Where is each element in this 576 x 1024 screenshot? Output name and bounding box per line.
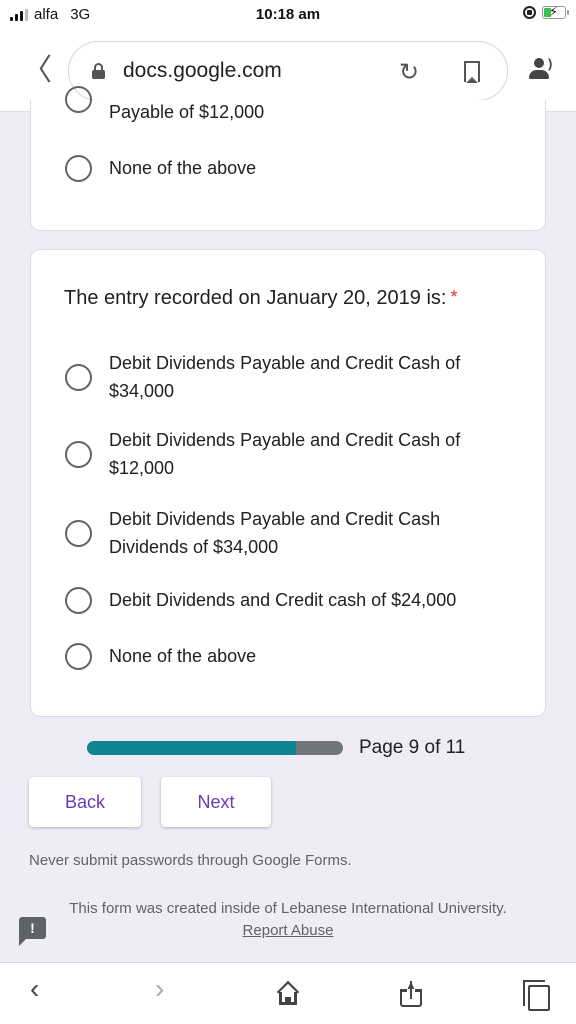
url-field[interactable]: docs.google.com ↻ xyxy=(68,41,508,101)
option-1[interactable]: Debit Dividends Payable and Credit Cash … xyxy=(65,349,509,405)
option-label: Debit Dividends and Credit cash of $24,0… xyxy=(109,590,457,610)
lock-icon xyxy=(92,63,105,79)
status-right: ⚡ xyxy=(523,4,569,19)
back-icon[interactable]: ‹ xyxy=(30,975,39,1003)
reload-icon[interactable]: ↻ xyxy=(399,58,419,87)
option-label: Debit Dividends Payable and Credit Cash … xyxy=(109,509,441,557)
option-5[interactable]: None of the above xyxy=(65,642,509,670)
radio-button[interactable] xyxy=(65,154,92,182)
back-icon[interactable]: 〈 xyxy=(22,56,52,86)
page-indicator: Page 9 of 11 xyxy=(359,737,466,758)
question-title: The entry recorded on January 20, 2019 i… xyxy=(64,287,457,310)
option-4[interactable]: Debit Dividends and Credit cash of $24,0… xyxy=(65,586,509,614)
option-label: None of the above xyxy=(109,158,257,178)
option-none-previous[interactable]: None of the above xyxy=(65,154,509,182)
forward-icon[interactable]: › xyxy=(155,975,164,1003)
form-footer: This form was created inside of Lebanese… xyxy=(60,898,516,942)
battery-charging-icon: ⚡ xyxy=(542,4,569,19)
bookmark-icon[interactable] xyxy=(464,61,480,83)
option-2[interactable]: Debit Dividends Payable and Credit Cash … xyxy=(65,426,509,482)
radio-button[interactable] xyxy=(65,586,92,614)
partial-option-label: Payable of $12,000 xyxy=(109,102,265,122)
feedback-icon[interactable]: ! xyxy=(19,917,46,946)
orientation-lock-icon xyxy=(523,6,536,19)
home-icon[interactable] xyxy=(276,980,300,1005)
question-text: The entry recorded on January 20, 2019 i… xyxy=(64,287,447,309)
question-card: The entry recorded on January 20, 2019 i… xyxy=(30,249,546,717)
previous-question-card: Payable of $12,000 None of the above xyxy=(30,86,546,231)
report-abuse-link[interactable]: Report Abuse xyxy=(243,922,334,939)
option-label: Debit Dividends Payable and Credit Cash … xyxy=(109,430,461,478)
option-3[interactable]: Debit Dividends Payable and Credit Cash … xyxy=(65,505,489,561)
required-mark: * xyxy=(450,287,458,307)
clock: 10:18 am xyxy=(255,6,321,23)
radio-button[interactable] xyxy=(65,440,92,468)
tabs-icon[interactable] xyxy=(523,980,551,1012)
option-label: Debit Dividends Payable and Credit Cash … xyxy=(109,353,461,401)
radio-button[interactable] xyxy=(65,519,92,547)
radio-button[interactable] xyxy=(65,642,92,670)
created-inside-text: This form was created inside of Lebanese… xyxy=(69,900,507,917)
status-bar: alfa 3G 10:18 am ⚡ xyxy=(0,0,576,34)
back-button[interactable]: Back xyxy=(29,777,141,827)
url-text[interactable]: docs.google.com xyxy=(123,59,282,83)
progress-bar-fill xyxy=(87,741,297,755)
reader-voice-icon[interactable]: ) xyxy=(528,56,558,82)
option-label: None of the above xyxy=(109,646,257,666)
radio-button[interactable] xyxy=(65,363,92,391)
progress-bar xyxy=(87,741,343,755)
share-icon[interactable]: ▲ xyxy=(400,979,422,1009)
password-notice: Never submit passwords through Google Fo… xyxy=(29,852,352,869)
radio-button[interactable] xyxy=(65,86,92,113)
browser-bottom-toolbar: ‹ › ▲ xyxy=(0,962,576,1024)
next-button[interactable]: Next xyxy=(161,777,271,827)
